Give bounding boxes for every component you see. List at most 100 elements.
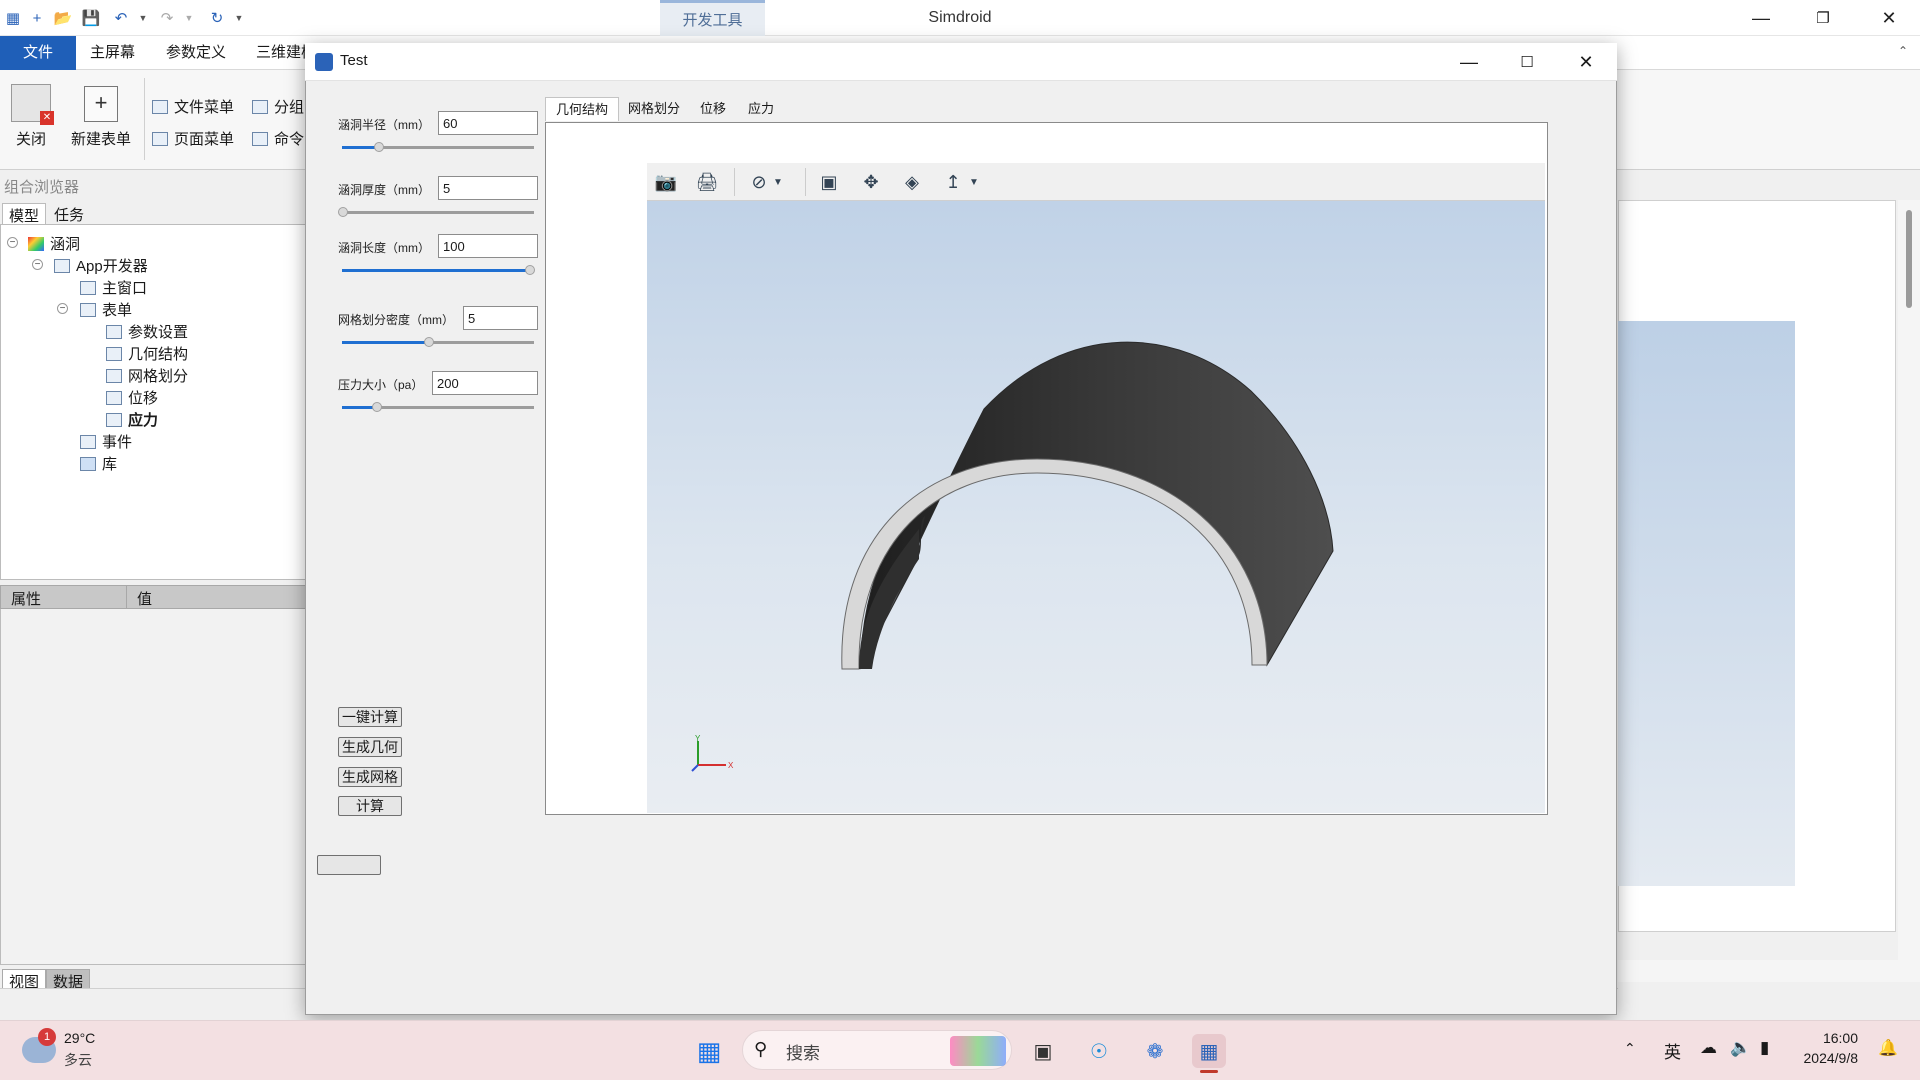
search-highlight-icon [950, 1036, 1006, 1066]
file-menu-icon [152, 99, 168, 114]
group-icon [252, 99, 268, 114]
new-form-label: 新建表单 [70, 131, 131, 148]
tree-item-form[interactable]: 位移 [106, 387, 158, 408]
tree-item-form-selected[interactable]: 应力 [106, 409, 158, 430]
print-icon[interactable]: 🖨 [692, 168, 722, 196]
tray-expand-icon[interactable]: ⌃ [1624, 1040, 1636, 1057]
tab-displacement[interactable]: 位移 [690, 97, 736, 121]
tree-label: 事件 [102, 434, 133, 451]
mesh-density-slider[interactable] [342, 337, 534, 347]
length-slider[interactable] [342, 265, 535, 275]
start-windows-icon[interactable]: ▦ [692, 1034, 726, 1068]
property-col: 属性 [11, 591, 42, 608]
volume-icon[interactable]: 🔈 [1730, 1038, 1751, 1058]
tree-item-library[interactable]: 库 [80, 453, 117, 474]
form-icon [106, 412, 122, 427]
pressure-input[interactable]: 200 [432, 371, 538, 395]
form-icon [106, 390, 122, 405]
active-app-indicator [1200, 1070, 1218, 1073]
tree-item-root[interactable]: 涵洞 [28, 233, 80, 254]
app-swirl-icon[interactable]: ❁ [1138, 1034, 1172, 1068]
collapse-ribbon-icon[interactable]: ⌃ [1898, 44, 1908, 58]
generate-mesh-button[interactable]: 生成网格 [338, 767, 402, 787]
collapse-toggle-icon[interactable]: − [32, 259, 43, 270]
close-window-icon[interactable]: ✕ [1858, 0, 1920, 36]
radius-input[interactable]: 60 [438, 111, 538, 135]
collapse-toggle-icon[interactable]: − [7, 237, 18, 248]
restore-icon[interactable]: ❐ [1792, 0, 1854, 36]
collapse-toggle-icon[interactable]: − [57, 303, 68, 314]
app-icon [54, 258, 70, 273]
thickness-input[interactable]: 5 [438, 176, 538, 200]
weather-temp[interactable]: 29°C [64, 1030, 95, 1046]
culvert-model-icon [28, 236, 44, 251]
new-form-button[interactable]: + 新建表单 [66, 80, 136, 149]
tree-label: 网格划分 [128, 368, 189, 385]
pressure-slider[interactable] [342, 402, 534, 412]
horizontal-scrollbar[interactable] [1618, 960, 1920, 982]
ime-indicator[interactable]: 英 [1664, 1038, 1681, 1063]
fit-all-icon[interactable]: ◈ [897, 168, 927, 196]
tab-stress[interactable]: 应力 [738, 97, 784, 121]
minimize-icon[interactable]: — [1730, 0, 1792, 36]
pan-icon[interactable]: ✥ [856, 168, 886, 196]
command-button[interactable]: 命令 [252, 128, 304, 149]
vertical-scrollbar[interactable] [1898, 200, 1920, 982]
battery-icon[interactable]: ▮ [1760, 1038, 1769, 1058]
display-mode-dropdown-icon[interactable]: ▼ [770, 168, 786, 196]
tree-label: 主窗口 [102, 280, 148, 297]
tab-geometry[interactable]: 几何结构 [545, 97, 620, 121]
page-menu-button[interactable]: 页面菜单 [152, 128, 234, 149]
compute-button[interactable]: 计算 [338, 796, 402, 816]
axis-view-dropdown-icon[interactable]: ▼ [966, 168, 982, 196]
dialog-minimize-icon[interactable]: — [1441, 46, 1497, 78]
notification-bell-icon[interactable]: 🔔 [1878, 1038, 1898, 1058]
tree-item-form[interactable]: 几何结构 [106, 343, 188, 364]
one-click-compute-button[interactable]: 一键计算 [338, 707, 402, 727]
menu-params[interactable]: 参数定义 [152, 36, 240, 70]
mesh-density-input[interactable]: 5 [463, 306, 538, 330]
tab-task[interactable]: 任务 [48, 203, 90, 226]
tree-item-form[interactable]: 网格划分 [106, 365, 188, 386]
tree-item-main-window[interactable]: 主窗口 [80, 277, 147, 298]
axis-view-icon[interactable]: ↥ [938, 168, 968, 196]
close-folder-icon: ✕ [11, 84, 54, 125]
dialog-maximize-icon[interactable]: ☐ [1499, 46, 1555, 78]
radius-slider[interactable] [342, 142, 534, 152]
network-icon[interactable]: ☁ [1700, 1038, 1717, 1058]
edge-browser-icon[interactable]: ☉ [1082, 1034, 1116, 1068]
clock-time[interactable]: 16:00 [1800, 1030, 1858, 1046]
camera-icon[interactable]: 📷 [651, 168, 681, 196]
dev-tools-tab[interactable]: 开发工具 [660, 0, 765, 40]
tree-label: 参数设置 [128, 324, 189, 341]
group-label: 分组 [274, 99, 305, 116]
taskview-icon[interactable]: ▣ [1026, 1034, 1060, 1068]
tree-label: 涵洞 [50, 236, 81, 253]
tree-item-forms[interactable]: 表单 [80, 299, 132, 320]
dialog-app-icon [315, 53, 333, 71]
tab-mesh[interactable]: 网格划分 [618, 97, 690, 121]
scroll-thumb[interactable] [1906, 210, 1912, 308]
blank-button[interactable] [317, 855, 381, 875]
tree-label: 位移 [128, 390, 159, 407]
thickness-slider[interactable] [338, 207, 534, 217]
group-button[interactable]: 分组 [252, 96, 304, 117]
menu-home[interactable]: 主屏幕 [76, 36, 149, 70]
thickness-label: 涵洞厚度（mm） [338, 183, 430, 197]
tree-item-app-dev[interactable]: App开发器 [54, 255, 148, 276]
menu-file[interactable]: 文件 [0, 36, 76, 70]
close-label: 关闭 [15, 131, 46, 148]
file-menu-button[interactable]: 文件菜单 [152, 96, 234, 117]
axis-triad: Y X [691, 735, 734, 772]
clock-date[interactable]: 2024/9/8 [1790, 1050, 1859, 1066]
length-input[interactable]: 100 [438, 234, 538, 258]
close-form-button[interactable]: ✕ 关闭 [8, 80, 54, 149]
tree-item-form[interactable]: 参数设置 [106, 321, 188, 342]
generate-geometry-button[interactable]: 生成几何 [338, 737, 402, 757]
dialog-close-icon[interactable]: ✕ [1558, 46, 1614, 78]
zoom-box-icon[interactable]: ▣ [814, 168, 844, 196]
ribbon-separator [144, 78, 145, 160]
page-menu-icon [152, 131, 168, 146]
tree-item-events[interactable]: 事件 [80, 431, 132, 452]
simdroid-taskbar-icon[interactable]: ▦ [1192, 1034, 1226, 1068]
